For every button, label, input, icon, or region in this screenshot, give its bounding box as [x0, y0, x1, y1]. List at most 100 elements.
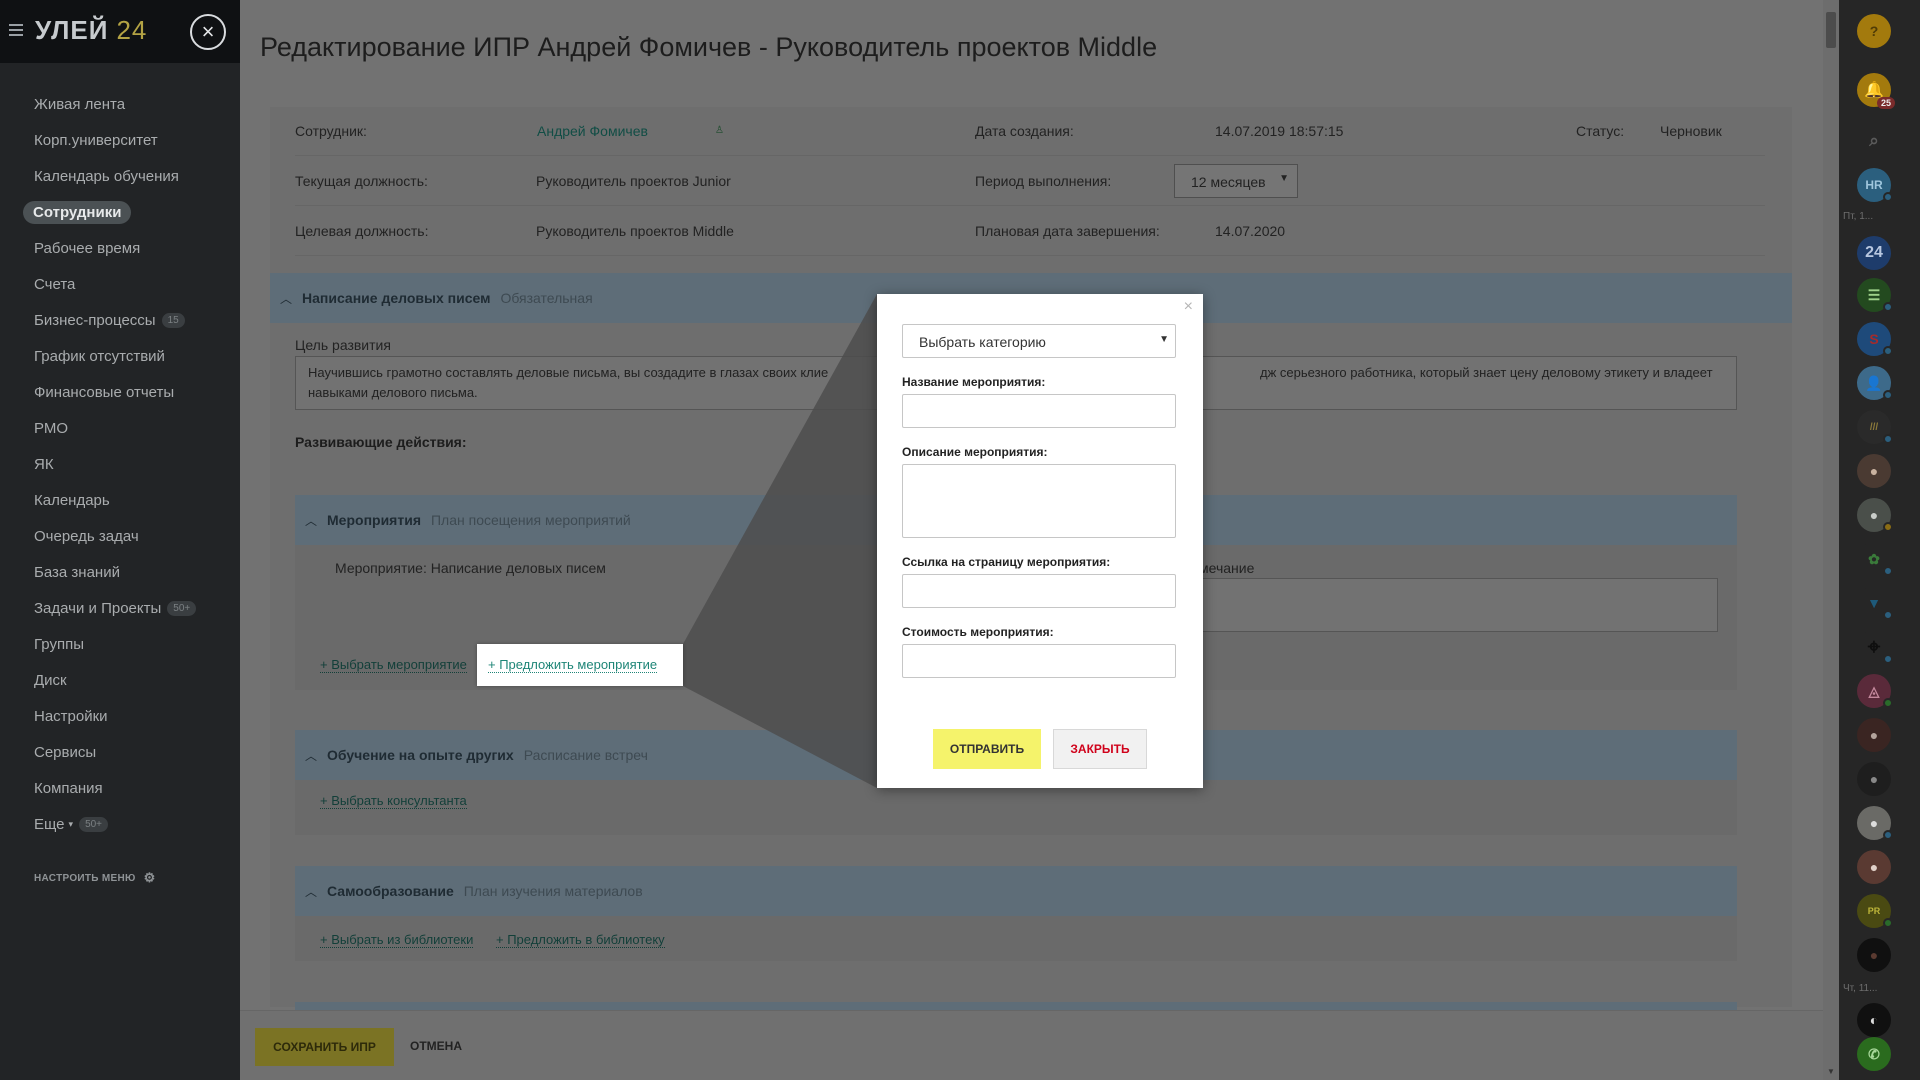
sidebar-item[interactable]: Календарь обучения	[0, 158, 240, 194]
save-ipr-button[interactable]: СОХРАНИТЬ ИПР	[255, 1028, 394, 1066]
propose-to-library-link[interactable]: + Предложить в библиотеку	[496, 932, 665, 948]
choose-consultant-link[interactable]: + Выбрать консультанта	[320, 793, 467, 809]
sidebar-item-label: График отсутствий	[34, 347, 165, 365]
user-avatar-4[interactable]: ●	[1857, 718, 1891, 752]
sidebar-item[interactable]: Корп.университет	[0, 122, 240, 158]
sidebar-item-label: Рабочее время	[34, 239, 141, 257]
close-button[interactable]: ЗАКРЫТЬ	[1053, 729, 1147, 769]
employee-label: Сотрудник:	[295, 122, 367, 139]
sidebar-item[interactable]: ЯК	[0, 446, 240, 482]
propose-event-link[interactable]: + Предложить мероприятие	[488, 657, 658, 673]
sidebar-item-label: Сотрудники	[23, 200, 132, 224]
sidebar-item[interactable]: Финансовые отчеты	[0, 374, 240, 410]
sidebar-menu: Живая лента Корп.университет Календарь обу…	[0, 86, 240, 842]
modal-close-icon[interactable]: ×	[1184, 298, 1193, 316]
status-value: Черновик	[1660, 122, 1722, 139]
user-avatar-1[interactable]: 👤	[1857, 366, 1893, 400]
event-item: Мероприятие: Написание деловых писем	[335, 560, 606, 576]
created-value: 14.07.2019 18:57:15	[1215, 122, 1344, 139]
pr-chat-avatar[interactable]: PR	[1857, 894, 1893, 928]
sidebar-item[interactable]: Очередь задач	[0, 518, 240, 554]
created-label: Дата создания:	[975, 122, 1074, 139]
send-button[interactable]: ОТПРАВИТЬ	[933, 729, 1041, 769]
group-chat-avatar-1[interactable]: ☰	[1857, 278, 1893, 312]
sidebar-item[interactable]: Рабочее время	[0, 230, 240, 266]
sidebar-item-label: ЯК	[34, 455, 54, 473]
period-select-value: 12 месяцев	[1191, 174, 1266, 190]
self-education-header[interactable]: ︿ Самообразование План изучения материал…	[295, 866, 1737, 916]
note-textarea[interactable]	[1190, 578, 1718, 632]
event-name-label: Название мероприятия:	[902, 375, 1046, 389]
phone-icon[interactable]: ✆	[1857, 1037, 1891, 1071]
vertical-scrollbar[interactable]: ▼	[1823, 0, 1839, 1080]
sidebar-item[interactable]: Счета	[0, 266, 240, 302]
help-icon[interactable]: ?	[1857, 14, 1891, 48]
sidebar-item[interactable]: Живая лента	[0, 86, 240, 122]
cancel-button[interactable]: ОТМЕНА	[410, 1039, 462, 1053]
search-icon[interactable]: ⌕	[1857, 124, 1891, 158]
event-description-textarea[interactable]	[902, 464, 1176, 538]
choose-from-library-link[interactable]: + Выбрать из библиотеки	[320, 932, 474, 948]
page-title: Редактирование ИПР Андрей Фомичев - Руко…	[260, 32, 1158, 62]
learning-panel	[295, 780, 1737, 835]
category-select-value: Выбрать категорию	[919, 334, 1046, 350]
user-avatar-7[interactable]: ●	[1857, 850, 1891, 884]
hamburger-icon[interactable]	[9, 24, 23, 39]
chat-date-1: Пт, 1...	[1843, 211, 1874, 222]
user-avatar-9[interactable]: ◐	[1857, 1003, 1891, 1037]
sidebar-item[interactable]: Календарь	[0, 482, 240, 518]
period-select[interactable]: 12 месяцев ▼	[1174, 164, 1298, 198]
sidebar-item[interactable]: Диск	[0, 662, 240, 698]
sidebar-item-label: Компания	[34, 779, 103, 797]
sidebar-item[interactable]: Задачи и Проекты 50+	[0, 590, 240, 626]
group-chat-avatar-3[interactable]: ///	[1857, 410, 1893, 444]
employee-name-link[interactable]: Андрей Фомичев	[537, 123, 648, 139]
event-url-input[interactable]	[902, 574, 1176, 608]
user-avatar-8[interactable]: ●	[1857, 938, 1891, 972]
event-description-label: Описание мероприятия:	[902, 445, 1048, 459]
configure-menu-link[interactable]: НАСТРОИТЬ МЕНЮ ⚙	[34, 870, 156, 886]
group-chat-avatar-5[interactable]: ▼	[1857, 586, 1893, 620]
event-name-input[interactable]	[902, 394, 1176, 428]
b24-chat-avatar[interactable]: 24	[1857, 236, 1891, 270]
group-chat-avatar-7[interactable]: ◬	[1857, 674, 1893, 708]
current-position-value: Руководитель проектов Junior	[536, 172, 731, 189]
sidebar-item[interactable]: Еще ▾ 50+	[0, 806, 240, 842]
sidebar-item[interactable]: База знаний	[0, 554, 240, 590]
group-chat-avatar-6[interactable]: ⌖	[1857, 630, 1893, 664]
sidebar-item[interactable]: Бизнес-процессы 15	[0, 302, 240, 338]
user-avatar-5[interactable]: ●	[1857, 762, 1891, 796]
logo: УЛЕЙ 24	[35, 15, 148, 45]
user-avatar-2[interactable]: ●	[1857, 454, 1891, 488]
sidebar-item[interactable]: График отсутствий	[0, 338, 240, 374]
planned-end-label: Плановая дата завершения:	[975, 222, 1160, 239]
event-url-label: Ссылка на страницу мероприятия:	[902, 555, 1111, 569]
planned-end-value: 14.07.2020	[1215, 222, 1286, 239]
group-chat-avatar-2[interactable]: S	[1857, 322, 1893, 356]
sidebar-item[interactable]: Сотрудники	[0, 194, 240, 230]
sidebar-item-label: Настройки	[34, 707, 108, 725]
category-select[interactable]: Выбрать категорию ▼	[902, 324, 1176, 358]
user-avatar-6[interactable]: ●	[1857, 806, 1893, 840]
hr-chat-avatar[interactable]: HR	[1857, 168, 1893, 202]
group-chat-avatar-4[interactable]: ✿	[1857, 542, 1893, 576]
sidebar-item[interactable]: РМО	[0, 410, 240, 446]
notifications-icon[interactable]: 🔔 25	[1857, 73, 1895, 109]
event-cost-input[interactable]	[902, 644, 1176, 678]
sidebar-item[interactable]: Настройки	[0, 698, 240, 734]
chevron-down-icon: ▼	[1279, 173, 1289, 184]
scrollbar-thumb[interactable]	[1826, 12, 1836, 48]
note-label: мечание	[1199, 560, 1255, 576]
choose-event-link[interactable]: + Выбрать мероприятие	[320, 657, 467, 673]
sidebar-item[interactable]: Группы	[0, 626, 240, 662]
chevron-up-icon: ︿	[305, 748, 318, 763]
user-avatar-3[interactable]: ●	[1857, 498, 1893, 532]
info-row-employee: Сотрудник: Андрей Фомичев ♙ Дата создани…	[295, 106, 1765, 156]
sidebar-item-label: Бизнес-процессы	[34, 311, 156, 329]
info-row-target-position: Целевая должность: Руководитель проектов…	[295, 206, 1765, 256]
close-sidebar-icon[interactable]: ×	[190, 14, 226, 50]
scroll-down-icon[interactable]: ▼	[1827, 1067, 1835, 1076]
sidebar-item[interactable]: Сервисы	[0, 734, 240, 770]
event-cost-label: Стоимость мероприятия:	[902, 625, 1054, 639]
sidebar-item[interactable]: Компания	[0, 770, 240, 806]
